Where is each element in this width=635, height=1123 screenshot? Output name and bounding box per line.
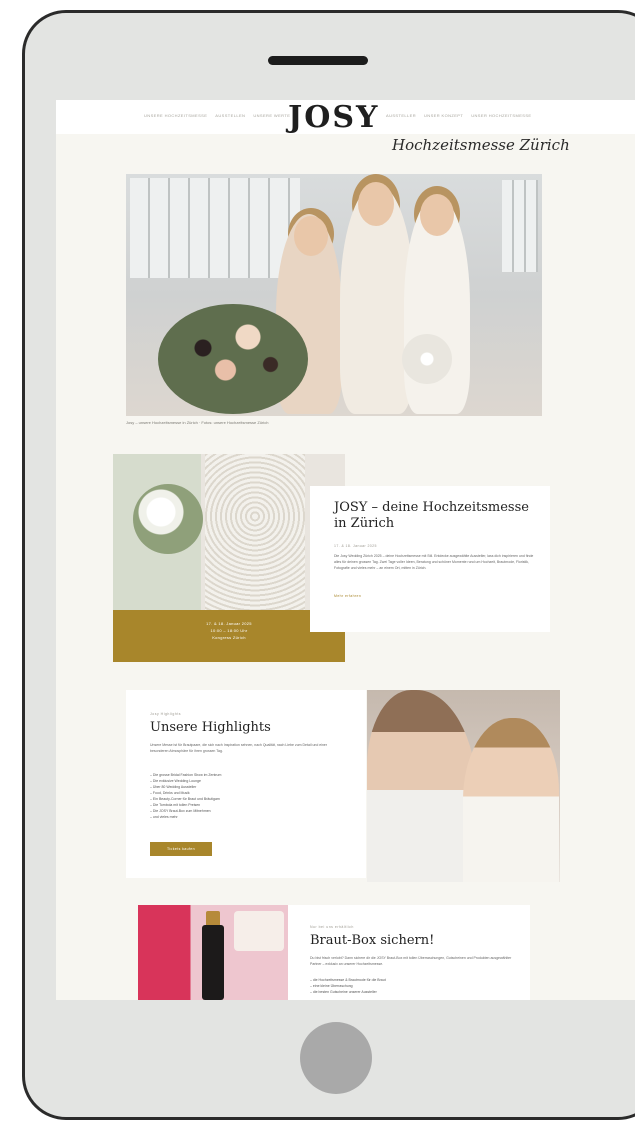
nav-item-ausstellen[interactable]: Ausstellen bbox=[215, 113, 245, 118]
braut-box-eyebrow: Nur bei uns erhältlich bbox=[310, 925, 354, 929]
couple-image bbox=[367, 690, 560, 882]
braut-box-title: Braut-Box sichern! bbox=[310, 933, 435, 948]
braut-box-intro: Du bist frisch verlobt? Dann sichere dir… bbox=[310, 956, 512, 966]
face-1 bbox=[294, 216, 328, 256]
browser-viewport[interactable]: Unsere Hochzeitsmesse Ausstellen Unsere … bbox=[56, 100, 635, 1000]
white-flowers bbox=[133, 484, 203, 554]
hero-image bbox=[126, 174, 542, 416]
intro-more-link[interactable]: Mehr erfahren bbox=[334, 594, 361, 598]
list-item: – und vieles mehr bbox=[150, 815, 178, 819]
gift-box bbox=[234, 911, 284, 951]
highlights-list: – Die grosse Bridal Fashion Show im Zent… bbox=[150, 772, 221, 820]
intro-card: JOSY – deine Hochzeitsmesse in Zürich 17… bbox=[310, 486, 550, 632]
white-bouquet bbox=[402, 334, 452, 384]
braut-box-image bbox=[138, 905, 288, 1000]
site-logo[interactable]: JOSY bbox=[288, 100, 379, 135]
top-navigation: Unsere Hochzeitsmesse Ausstellen Unsere … bbox=[56, 100, 635, 135]
nav-right-group: Aussteller Unser Konzept Unser Hochzeits… bbox=[386, 113, 531, 118]
highlights-intro: Unsere Messe ist für Brautpaare, die sic… bbox=[150, 743, 328, 753]
intro-title: JOSY – deine Hochzeitsmesse in Zürich bbox=[334, 500, 529, 531]
highlights-card: Josy Highlights Unsere Highlights Unsere… bbox=[126, 690, 366, 878]
highlights-title: Unsere Highlights bbox=[150, 720, 271, 735]
nav-item-messe[interactable]: Unsere Hochzeitsmesse bbox=[144, 113, 207, 118]
home-button[interactable] bbox=[300, 1022, 372, 1094]
nav-item-aussteller[interactable]: Aussteller bbox=[386, 113, 416, 118]
list-item: – die besten Gutscheine unserer Ausstell… bbox=[310, 990, 377, 994]
groom-figure bbox=[367, 690, 477, 882]
highlights-eyebrow: Josy Highlights bbox=[150, 712, 182, 716]
face-2 bbox=[358, 182, 394, 226]
hero-caption: Josy – unsere Hochzeitsmesse in Zürich ·… bbox=[126, 420, 269, 425]
event-location: Kongress Zürich bbox=[212, 635, 246, 640]
intro-body: Die Josy Wedding Zürich 2025 – deine Hoc… bbox=[334, 554, 534, 570]
bride-figure bbox=[463, 718, 559, 882]
hero-script-title: Hochzeitsmesse Zürich bbox=[392, 136, 570, 154]
braut-box-list: – die Hochzeitsmesse & Brautmode für die… bbox=[310, 977, 386, 995]
nav-left-group: Unsere Hochzeitsmesse Ausstellen Unsere … bbox=[144, 113, 290, 118]
perfume-bottle bbox=[202, 925, 224, 1000]
braut-box-card: Nur bei uns erhältlich Braut-Box sichern… bbox=[288, 905, 530, 1000]
nav-item-werte[interactable]: Unsere Werte bbox=[253, 113, 290, 118]
nav-item-konzept[interactable]: Unser Konzept bbox=[424, 113, 463, 118]
tickets-button[interactable]: Tickets kaufen bbox=[150, 842, 212, 856]
face-3 bbox=[420, 194, 454, 236]
lace-detail bbox=[205, 454, 305, 610]
tablet-speaker bbox=[268, 56, 368, 65]
hero-window-right bbox=[502, 180, 538, 272]
flower-bouquet bbox=[158, 304, 308, 414]
nav-item-hochzeitsmesse[interactable]: Unser Hochzeitsmesse bbox=[471, 113, 531, 118]
hero-window bbox=[130, 178, 300, 278]
intro-date: 17. & 18. Januar 2025 bbox=[334, 544, 377, 548]
